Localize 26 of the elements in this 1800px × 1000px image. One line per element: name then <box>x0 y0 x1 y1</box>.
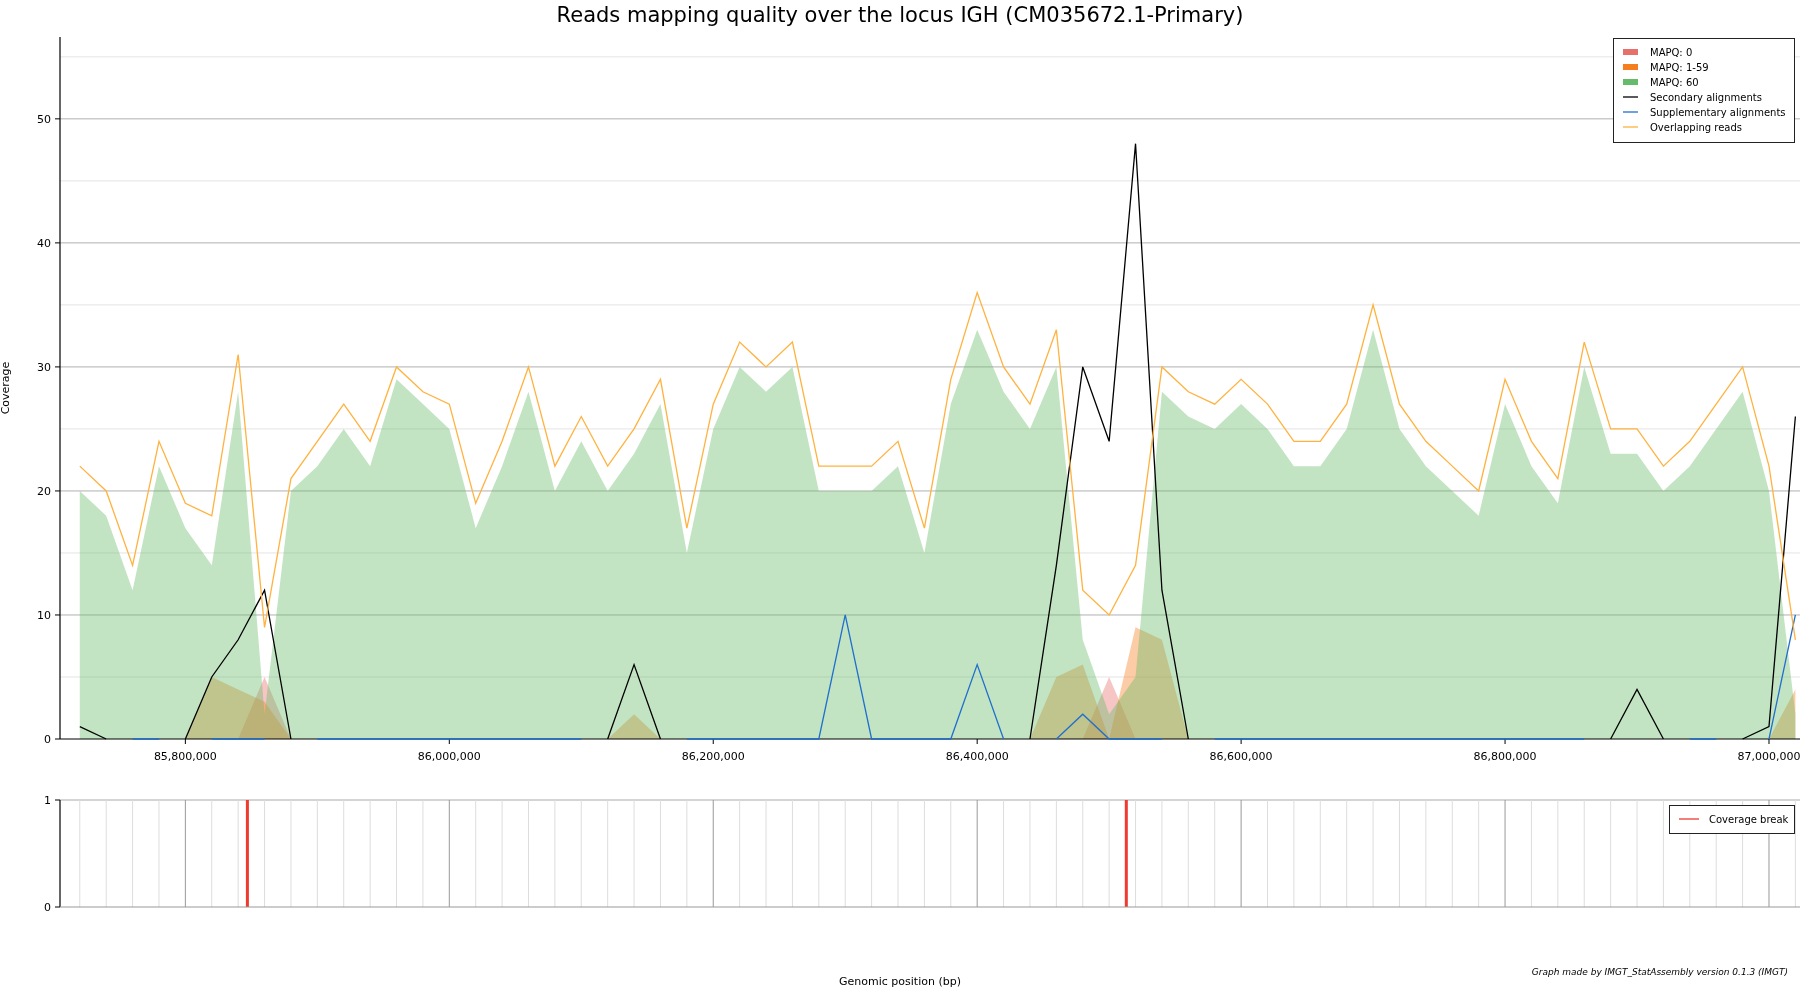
tick-label: 86,400,000 <box>945 750 1009 763</box>
legend-label: Coverage break <box>1709 813 1789 825</box>
axis-label: Coverage <box>0 361 12 415</box>
chart-title: Reads mapping quality over the locus IGH (CM035672.1-Primary) <box>556 3 1244 27</box>
tick-label: 0 <box>44 901 51 914</box>
tick-label: 0 <box>44 733 51 746</box>
tick-label: 86,000,000 <box>417 750 481 763</box>
legend-label: MAPQ: 60 <box>1650 76 1699 88</box>
tick-label: 40 <box>37 236 51 250</box>
legend-label: MAPQ: 0 <box>1650 46 1693 58</box>
tick-label: 50 <box>37 112 51 126</box>
tick-label: 86,200,000 <box>681 750 745 763</box>
legend-label: Secondary alignments <box>1650 91 1762 103</box>
tick-label: 1 <box>44 794 51 807</box>
tick-label: 85,800,000 <box>153 750 217 763</box>
axis-label: Genomic position (bp) <box>839 975 961 989</box>
tick-label: 86,600,000 <box>1209 750 1273 763</box>
tick-label: 10 <box>37 608 51 622</box>
tick-label: 87,000,000 <box>1737 750 1800 763</box>
legend-label: Supplementary alignments <box>1650 106 1786 118</box>
tick-label: 86,800,000 <box>1473 750 1537 763</box>
legend-label: MAPQ: 1-59 <box>1650 61 1709 73</box>
credit-note: Graph made by IMGT_StatAssembly version 0.1.3 (IMGT) <box>1531 967 1788 977</box>
tick-label: 20 <box>37 484 51 498</box>
legend-label: Overlapping reads <box>1650 121 1743 133</box>
tick-label: 30 <box>37 360 51 374</box>
